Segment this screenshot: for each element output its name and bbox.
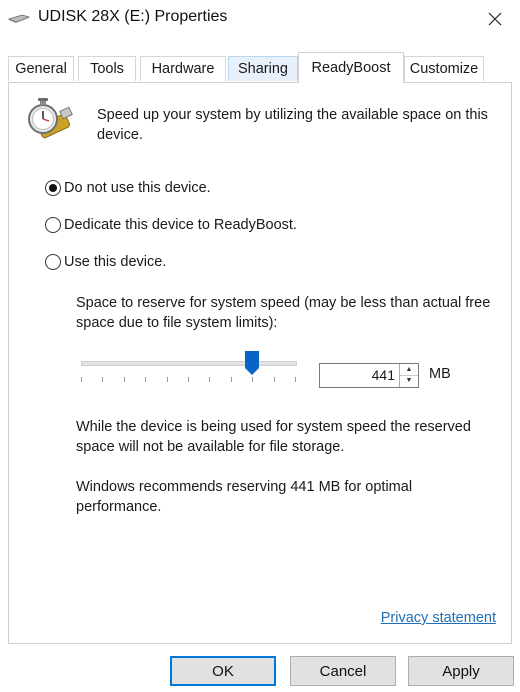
readyboost-stopwatch-icon xyxy=(25,95,75,143)
radio-label: Do not use this device. xyxy=(64,180,211,196)
slider-tick xyxy=(209,377,210,382)
recommendation-text: Windows recommends reserving 441 MB for … xyxy=(76,479,413,515)
tab-readyboost[interactable]: ReadyBoost xyxy=(298,52,404,83)
slider-thumb[interactable] xyxy=(245,351,259,375)
intro-text: Speed up your system by utilizing the av… xyxy=(97,107,488,143)
apply-button[interactable]: Apply xyxy=(408,656,514,686)
tab-tools[interactable]: Tools xyxy=(78,56,136,81)
radio-selected-dot xyxy=(49,184,57,192)
reserve-space-slider[interactable] xyxy=(77,351,299,387)
tab-customize[interactable]: Customize xyxy=(404,56,484,81)
slider-tick xyxy=(231,377,232,382)
slider-tick xyxy=(124,377,125,382)
readyboost-panel: Speed up your system by utilizing the av… xyxy=(8,82,512,644)
usb-drive-icon xyxy=(7,9,31,25)
privacy-statement-link[interactable]: Privacy statement xyxy=(381,610,496,626)
radio-button[interactable] xyxy=(45,180,61,196)
tab-general[interactable]: General xyxy=(8,56,74,81)
reserve-size-spinbox[interactable]: 441 ▲ ▼ xyxy=(319,363,419,388)
slider-tick xyxy=(145,377,146,382)
slider-tick xyxy=(102,377,103,382)
window-title: UDISK 28X (E:) Properties xyxy=(38,8,228,25)
tab-sharing[interactable]: Sharing xyxy=(228,56,298,81)
slider-tick xyxy=(81,377,82,382)
reserve-size-value[interactable]: 441 xyxy=(320,364,395,387)
radio-dedicate[interactable]: Dedicate this device to ReadyBoost. xyxy=(45,214,297,236)
reserve-space-label: Space to reserve for system speed (may b… xyxy=(76,295,491,331)
radio-do-not-use[interactable]: Do not use this device. xyxy=(45,177,211,199)
slider-track xyxy=(81,361,297,366)
close-button[interactable] xyxy=(478,4,512,34)
reserve-size-unit: MB xyxy=(429,366,451,382)
radio-label: Dedicate this device to ReadyBoost. xyxy=(64,217,297,233)
slider-tick xyxy=(167,377,168,382)
close-icon xyxy=(488,12,502,26)
radio-button[interactable] xyxy=(45,254,61,270)
slider-tick xyxy=(295,377,296,382)
slider-tick xyxy=(252,377,253,382)
ok-button[interactable]: OK xyxy=(170,656,276,686)
tab-strip: General Tools Hardware Sharing ReadyBoos… xyxy=(8,52,512,83)
title-bar: UDISK 28X (E:) Properties xyxy=(0,0,520,40)
caret-down-icon: ▼ xyxy=(405,377,413,384)
cancel-button[interactable]: Cancel xyxy=(290,656,396,686)
radio-button[interactable] xyxy=(45,217,61,233)
slider-tick xyxy=(274,377,275,382)
radio-label: Use this device. xyxy=(64,254,167,270)
spin-down-button[interactable]: ▼ xyxy=(400,375,418,386)
spin-buttons: ▲ ▼ xyxy=(399,364,418,387)
reserved-space-info: While the device is being used for syste… xyxy=(76,419,471,455)
tab-hardware[interactable]: Hardware xyxy=(140,56,226,81)
slider-tick xyxy=(188,377,189,382)
radio-use-device[interactable]: Use this device. xyxy=(45,251,166,273)
caret-up-icon: ▲ xyxy=(405,366,413,373)
